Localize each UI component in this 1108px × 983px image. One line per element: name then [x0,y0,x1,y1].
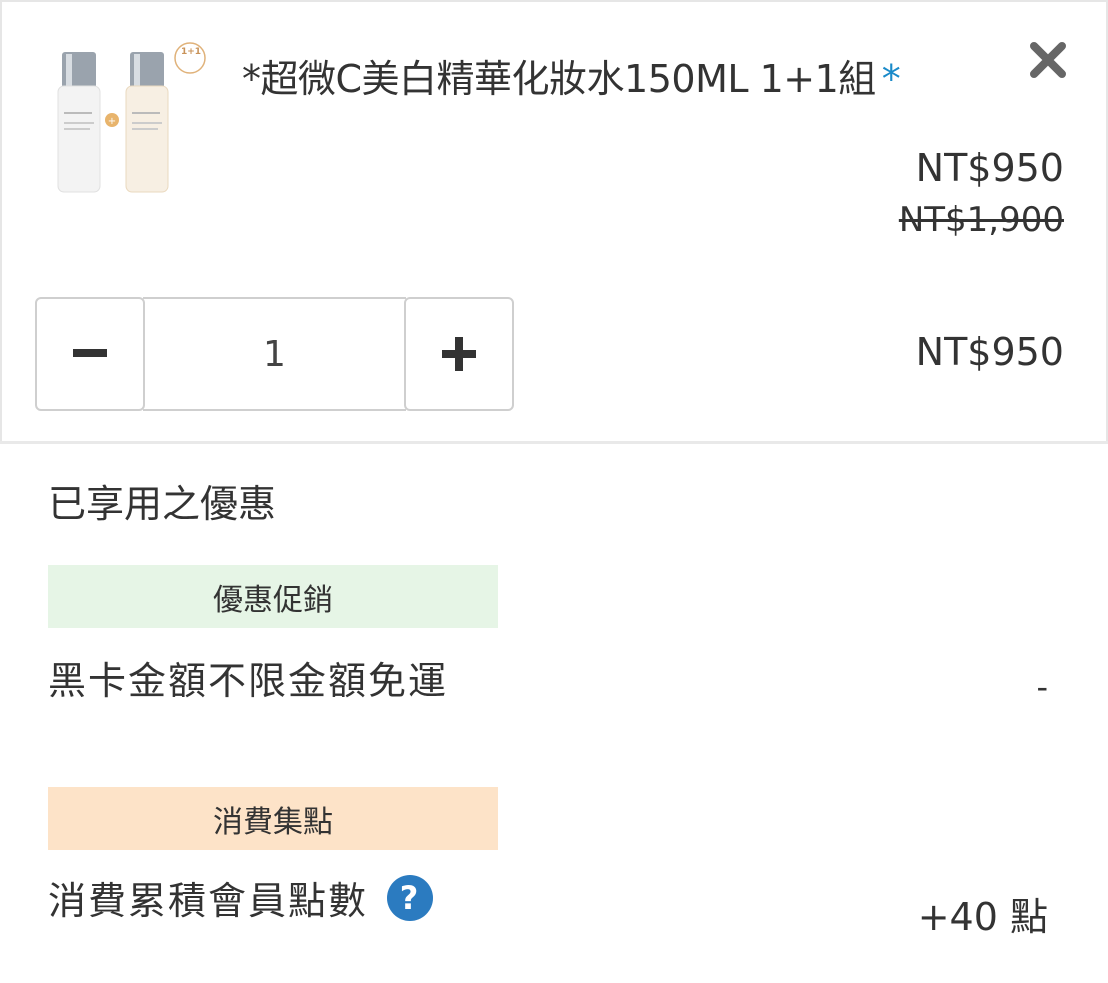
sale-price: NT$950 [915,146,1064,190]
promo-tag: 優惠促銷 [48,565,498,628]
decrease-quantity-button[interactable] [35,297,145,411]
points-tag: 消費集點 [48,787,498,850]
minus-icon [73,349,107,357]
quantity-input[interactable]: 1 [143,297,406,411]
cart-item-card: + 1+1 *超微C美白精華化妝水150ML 1+1組 * NT$950 NT$1… [0,0,1108,444]
help-question-icon[interactable]: ? [386,874,434,922]
promo-value: - [1036,668,1048,706]
product-image[interactable]: + [52,42,212,202]
points-row: 消費累積會員點數 ? [48,870,434,925]
section-divider [0,441,1108,444]
plus-icon [442,337,476,371]
applied-offers-title: 已享用之優惠 [48,482,277,526]
line-total-price: NT$950 [915,330,1064,374]
required-marker: * [881,57,901,101]
points-label: 消費累積會員點數 [48,879,369,923]
svg-text:+: + [108,116,116,127]
points-value: +40 點 [917,895,1048,939]
increase-quantity-button[interactable] [404,297,514,411]
remove-item-close-icon[interactable] [1028,40,1068,80]
original-price: NT$1,900 [898,200,1064,240]
product-image-badge: 1+1 [180,47,202,57]
svg-text:?: ? [400,879,421,917]
product-title-text: *超微C美白精華化妝水150ML 1+1組 [242,57,876,101]
promo-label: 黑卡金額不限金額免運 [48,659,449,703]
product-title[interactable]: *超微C美白精華化妝水150ML 1+1組 * [242,48,901,103]
